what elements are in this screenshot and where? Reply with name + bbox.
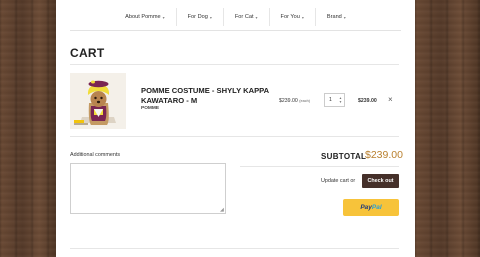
comments-field[interactable] — [70, 163, 226, 214]
wood-background-right — [415, 0, 480, 257]
nav-item-for-dog[interactable]: For Dog ▾ — [177, 8, 224, 26]
nav-item-for-you[interactable]: For You ▾ — [270, 8, 316, 26]
paypal-logo-part: Pay — [360, 204, 372, 211]
main-navigation: About Pomme ▾ For Dog ▾ For Cat ▾ For Yo… — [70, 8, 401, 31]
quantity-stepper[interactable]: 1 ▲ ▼ — [324, 93, 345, 107]
chevron-down-icon: ▾ — [343, 14, 346, 20]
nav-item-brand[interactable]: Brand ▾ — [316, 8, 357, 26]
wood-background-left — [0, 0, 56, 257]
unit-price-value: $239.00 — [279, 98, 298, 104]
nav-item-label: For You — [280, 14, 300, 20]
subtotal-label: SUBTOTAL — [321, 152, 367, 161]
divider — [240, 166, 399, 167]
nav-item-label: About Pomme — [125, 14, 161, 20]
nav-item-for-cat[interactable]: For Cat ▾ — [224, 8, 270, 26]
line-total: $239.00 — [358, 98, 377, 104]
update-cart-link[interactable]: Update cart or — [321, 178, 355, 184]
divider — [70, 136, 399, 137]
chevron-down-icon: ▾ — [301, 14, 304, 20]
nav-item-about-pomme[interactable]: About Pomme ▾ — [114, 8, 177, 26]
stepper-arrows-icon[interactable]: ▲ ▼ — [339, 96, 342, 104]
chevron-down-icon: ▾ — [162, 14, 165, 20]
divider — [70, 64, 399, 65]
divider — [70, 248, 399, 249]
product-name[interactable]: POMME COSTUME - SHYLY KAPPA KAWATARO - M — [141, 86, 281, 105]
page-content: About Pomme ▾ For Dog ▾ For Cat ▾ For Yo… — [56, 0, 415, 257]
nav-item-label: For Dog — [187, 14, 208, 20]
quantity-value: 1 — [329, 97, 332, 103]
comments-label: Additional comments — [70, 152, 121, 158]
paypal-logo-part: Pal — [371, 204, 382, 211]
product-image[interactable] — [70, 73, 126, 129]
product-vendor: POMME — [141, 106, 160, 111]
unit-price-suffix: (each) — [299, 99, 310, 103]
resize-handle-icon[interactable]: ◢ — [220, 207, 224, 213]
nav-item-label: Brand — [326, 14, 342, 20]
chevron-down-icon: ▾ — [209, 14, 212, 20]
subtotal-value: $239.00 — [365, 149, 403, 161]
nav-item-label: For Cat — [234, 14, 254, 20]
unit-price: $239.00 (each) — [279, 98, 310, 104]
chevron-down-icon: ▾ — [255, 14, 258, 20]
remove-item-icon[interactable]: × — [388, 95, 393, 104]
paypal-button[interactable]: Pay Pal — [343, 199, 399, 216]
checkout-button[interactable]: Check out — [362, 174, 399, 188]
page-title: CART — [70, 46, 105, 60]
dog-costume-image — [70, 73, 126, 129]
